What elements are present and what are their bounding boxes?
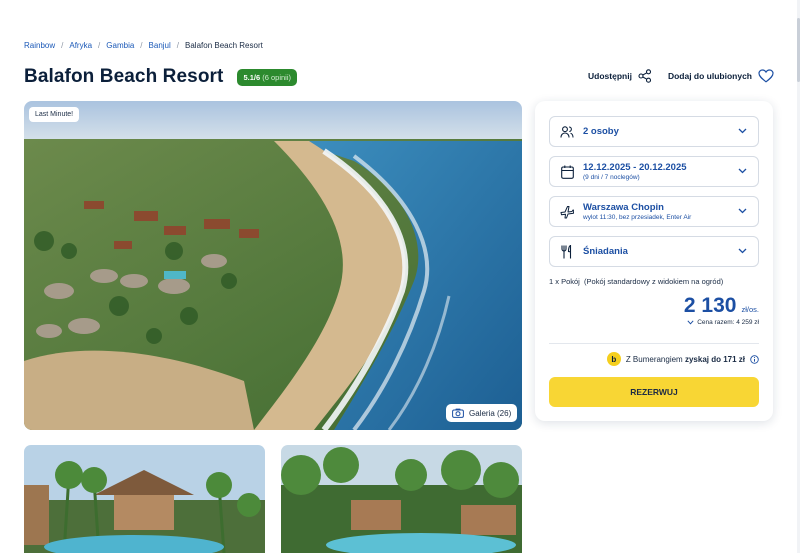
persons-value: 2 osoby [583, 125, 619, 137]
chevron-down-icon [738, 128, 747, 134]
page-title: Balafon Beach Resort [24, 66, 224, 87]
thumbnail-photo[interactable] [24, 445, 265, 553]
last-minute-tag: Last Minute! [29, 107, 80, 122]
divider [549, 343, 759, 344]
departure-select[interactable]: Warszawa Chopin wylot 11:30, bez przesia… [549, 196, 759, 227]
rating-score: 5.1/6 [243, 72, 261, 82]
price-unit: zł/os. [741, 305, 759, 314]
share-label: Udostępnij [588, 71, 632, 81]
cutlery-icon [560, 244, 574, 259]
users-icon [560, 125, 574, 139]
departure-airport: Warszawa Chopin [583, 201, 664, 213]
total-price: Cena razem: 4 259 zł [697, 319, 759, 326]
breadcrumb: Rainbow / Afryka / Gambia / Banjul / Bal… [24, 41, 263, 50]
gallery-button[interactable]: Galeria (26) [446, 404, 518, 422]
breadcrumb-separator: / [140, 41, 143, 50]
breadcrumb-separator: / [61, 41, 64, 50]
bumerang-text: Z Bumerangiem zyskaj do 171 zł [626, 355, 745, 364]
breadcrumb-separator: / [176, 41, 180, 50]
bumerang-bonus: zyskaj do 171 zł [684, 354, 745, 364]
dates-select[interactable]: 12.12.2025 - 20.12.2025 (9 dni / 7 nocle… [549, 156, 759, 187]
dates-text: 12.12.2025 - 20.12.2025 (9 dni / 7 nocle… [583, 161, 687, 181]
board-select[interactable]: Śniadania [549, 236, 759, 267]
thumbnail-photo[interactable] [281, 445, 522, 553]
calendar-icon [560, 165, 574, 179]
share-icon [638, 69, 651, 83]
booking-panel: 2 osoby 12.12.2025 - 20.12.2025 (9 dni /… [535, 101, 773, 421]
room-info: 1 x Pokój (Pokój standardowy z widokiem … [549, 277, 723, 286]
reserve-button[interactable]: REZERWUJ [549, 377, 759, 407]
dates-nights: (9 dni / 7 noclegów) [583, 173, 640, 181]
chevron-down-icon [738, 208, 747, 214]
board-value: Śniadania [583, 245, 628, 257]
breadcrumb-link-banjul[interactable]: Banjul [149, 41, 171, 50]
share-button[interactable]: Udostępnij [588, 69, 652, 83]
persons-select[interactable]: 2 osoby [549, 116, 759, 147]
heart-icon [758, 69, 774, 83]
gallery-button-label: Galeria (26) [469, 408, 512, 418]
hero-photo[interactable] [24, 101, 522, 430]
breadcrumb-link-gambia[interactable]: Gambia [106, 41, 134, 50]
info-icon[interactable] [750, 354, 759, 364]
chevron-down-icon [738, 168, 747, 174]
rating-reviews: (6 opinii) [262, 72, 291, 82]
departure-details: wylot 11:30, bez przesiadek, Enter Air [583, 213, 692, 221]
total-price-toggle[interactable]: Cena razem: 4 259 zł [687, 319, 759, 326]
room-count: 1 x Pokój [549, 277, 580, 286]
departure-text: Warszawa Chopin wylot 11:30, bez przesia… [583, 201, 692, 221]
price-value: 2 130 [683, 294, 737, 317]
breadcrumb-separator: / [98, 41, 101, 50]
chevron-down-icon [687, 320, 694, 325]
title-row: Balafon Beach Resort 5.1/6 (6 opinii) [24, 66, 297, 88]
breadcrumb-link-afryka[interactable]: Afryka [69, 41, 92, 50]
bumerang-prefix: Z Bumerangiem [625, 354, 683, 364]
camera-icon [452, 408, 464, 418]
favorite-button[interactable]: Dodaj do ulubionych [668, 69, 774, 83]
header-actions: Udostępnij Dodaj do ulubionych [588, 69, 774, 83]
breadcrumb-link-rainbow[interactable]: Rainbow [24, 41, 55, 50]
breadcrumb-current: Balafon Beach Resort [185, 41, 263, 50]
favorite-label: Dodaj do ulubionych [667, 71, 752, 81]
chevron-down-icon [738, 248, 747, 254]
rating-badge[interactable]: 5.1/6 (6 opinii) [237, 68, 297, 86]
price-row: 2 130 zł/os. [684, 294, 759, 318]
room-description: (Pokój standardowy z widokiem na ogród) [584, 277, 724, 286]
bumerang-logo-icon: b [606, 352, 621, 366]
plane-icon [560, 205, 574, 219]
dates-value: 12.12.2025 - 20.12.2025 [583, 161, 687, 173]
bumerang-info: b Z Bumerangiem zyskaj do 171 zł [606, 352, 759, 366]
